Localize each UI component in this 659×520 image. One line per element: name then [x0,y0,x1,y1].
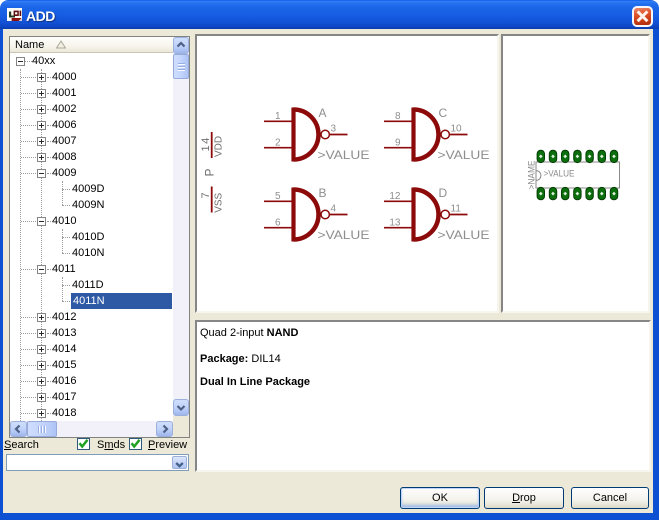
svg-text:>NAME: >NAME [527,161,537,190]
svg-text:A: A [319,106,327,120]
svg-text:>VALUE: >VALUE [438,148,490,162]
svg-text:6: 6 [275,217,281,228]
svg-text:10: 10 [451,124,463,135]
svg-text:5: 5 [275,191,281,202]
svg-text:P: P [203,168,217,176]
svg-text:VDD: VDD [214,136,225,157]
svg-text:8: 8 [395,111,401,122]
svg-text:VSS: VSS [214,192,225,212]
svg-text:14: 14 [200,136,212,151]
svg-text:>VALUE: >VALUE [318,228,370,242]
svg-text:B: B [319,186,327,200]
svg-text:2: 2 [275,137,281,148]
svg-text:>VALUE: >VALUE [318,148,370,162]
svg-text:1: 1 [275,111,281,122]
svg-text:11: 11 [451,204,462,215]
svg-text:D: D [439,186,448,200]
svg-text:3: 3 [331,124,337,135]
svg-text:12: 12 [389,191,401,202]
svg-text:4: 4 [331,204,337,215]
svg-text:>VALUE: >VALUE [438,228,490,242]
svg-text:7: 7 [200,192,212,198]
svg-text:13: 13 [389,217,401,228]
svg-text:9: 9 [395,137,401,148]
svg-text:>VALUE: >VALUE [544,169,575,179]
svg-text:C: C [439,106,448,120]
